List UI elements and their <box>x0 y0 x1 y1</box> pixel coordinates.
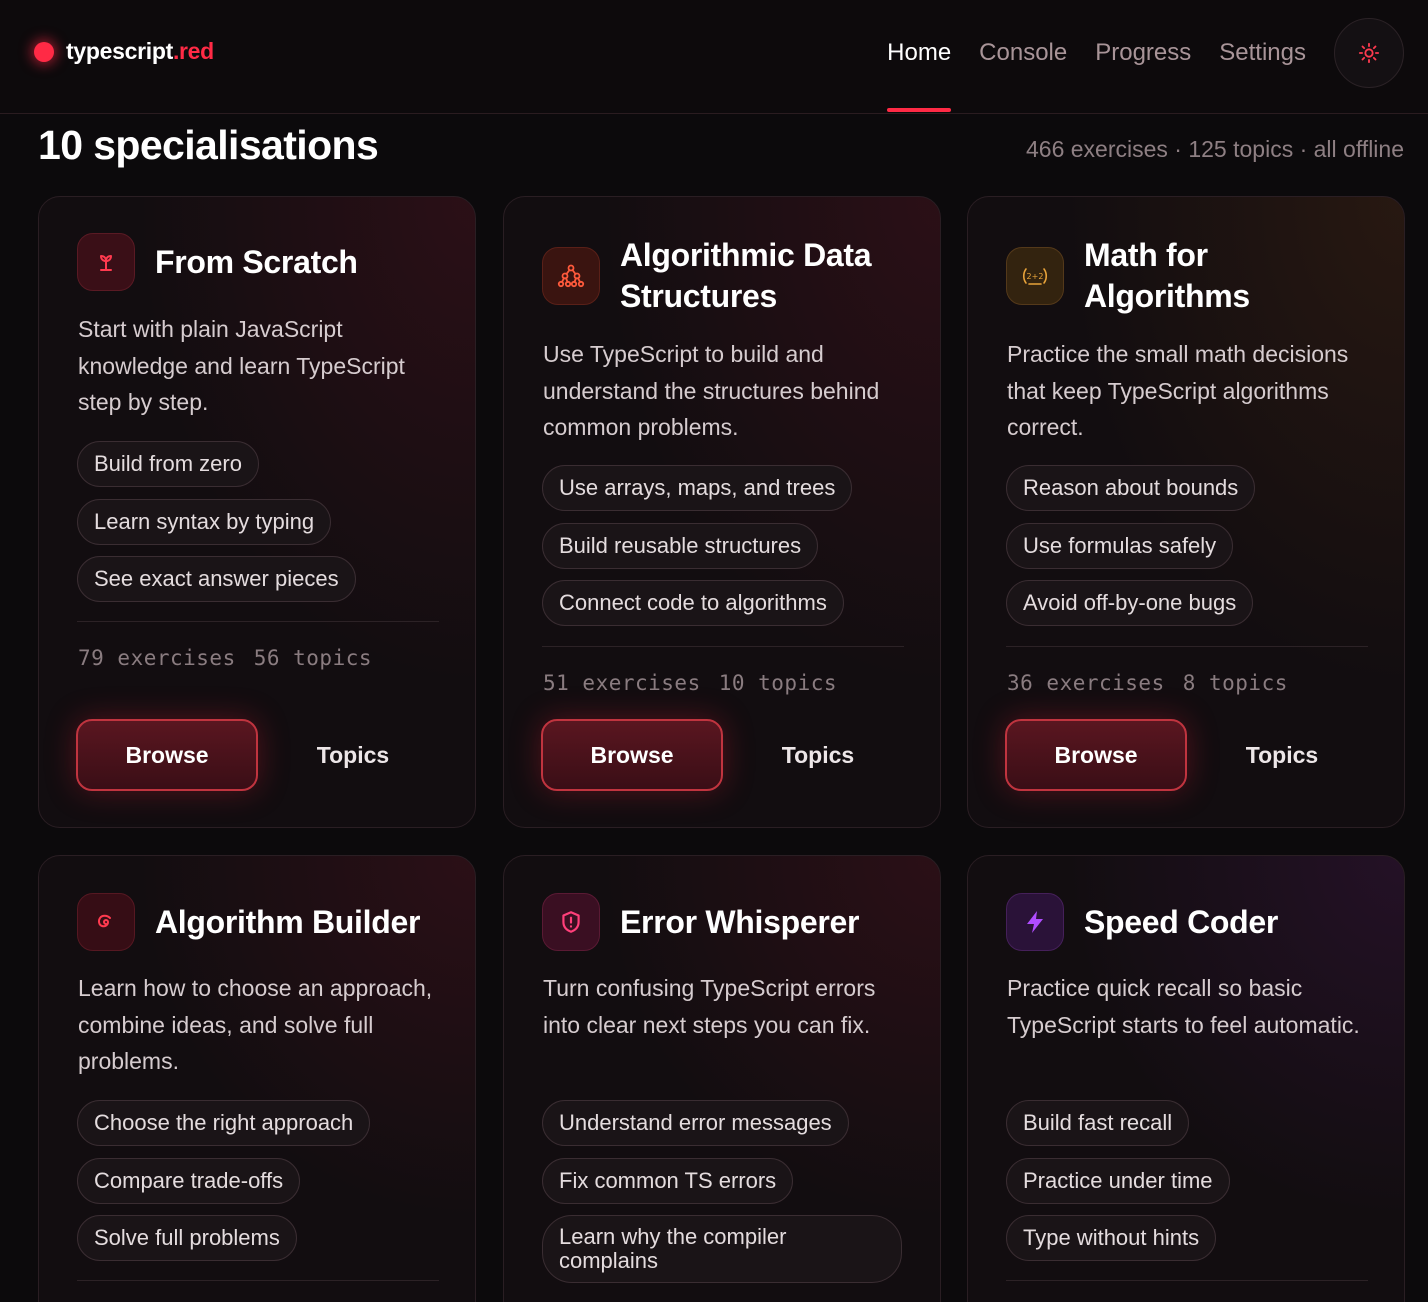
shield-alert-icon <box>542 893 600 951</box>
nav-home[interactable]: Home <box>887 36 952 112</box>
calculator-laurel-icon: 2+2 <box>1006 247 1064 305</box>
browse-button[interactable]: Browse <box>1005 719 1187 791</box>
card-error-whisperer[interactable]: Error Whisperer Turn confusing TypeScrip… <box>503 855 941 1302</box>
chip-list: Build fast recall Practice under time Ty… <box>1006 1100 1376 1273</box>
page-title: 10 specialisations <box>38 122 379 168</box>
nav-settings[interactable]: Settings <box>1219 36 1306 72</box>
chip: Choose the right approach <box>77 1100 371 1146</box>
top-bar: typescript.red Home Console Progress Set… <box>0 0 1428 114</box>
chip: Use arrays, maps, and trees <box>542 465 853 511</box>
card-description: Start with plain JavaScript knowledge an… <box>78 316 405 415</box>
divider <box>77 621 439 622</box>
card-title: From Scratch <box>155 243 358 280</box>
exercise-count: 36 exercises <box>1007 671 1165 695</box>
topics-button[interactable]: Topics <box>309 719 397 791</box>
chip: Type without hints <box>1006 1215 1217 1261</box>
card-description: Learn how to choose an approach, combine… <box>78 975 433 1074</box>
card-algorithmic-data-structures[interactable]: Algorithmic Data Structures Use TypeScri… <box>503 196 941 828</box>
exercise-count: 51 exercises <box>543 671 701 695</box>
chip: Understand error messages <box>542 1100 849 1146</box>
brand-tld: .red <box>172 38 214 64</box>
nav-progress[interactable]: Progress <box>1095 36 1191 72</box>
nav-console[interactable]: Console <box>979 36 1067 72</box>
card-title: Speed Coder <box>1084 903 1279 940</box>
card-title: Algorithm Builder <box>155 903 421 940</box>
card-description: Practice the small math decisions that k… <box>1007 341 1349 440</box>
spiral-icon <box>77 893 135 951</box>
chip: Solve full problems <box>77 1215 297 1261</box>
chip: Build from zero <box>77 441 259 487</box>
exercise-count: 79 exercises <box>78 646 236 670</box>
main-nav: Home Console Progress Settings <box>859 36 1306 112</box>
card-from-scratch[interactable]: From Scratch Start with plain JavaScript… <box>38 196 476 828</box>
topic-count: 8 topics <box>1182 671 1288 695</box>
divider <box>1006 1280 1368 1281</box>
card-description: Turn confusing TypeScript errors into cl… <box>543 975 876 1038</box>
chip: Connect code to algorithms <box>542 580 844 626</box>
chip: Use formulas safely <box>1006 522 1234 569</box>
chip: Reason about bounds <box>1006 465 1256 511</box>
theme-toggle-button[interactable] <box>1334 18 1404 88</box>
divider <box>77 1280 439 1281</box>
card-stats: 36 exercises 8 topics <box>1007 671 1306 695</box>
chip: Build fast recall <box>1006 1100 1190 1146</box>
card-title: Math for Algorithms <box>1084 237 1250 314</box>
tree-nodes-icon <box>542 247 600 305</box>
chip: Learn why the compiler complains <box>542 1215 902 1283</box>
lightning-icon <box>1006 893 1064 951</box>
card-stats: 51 exercises 10 topics <box>543 671 855 695</box>
chip: Build reusable structures <box>542 522 819 569</box>
chip-list: Use arrays, maps, and trees Build reusab… <box>542 465 912 638</box>
card-speed-coder[interactable]: Speed Coder Practice quick recall so bas… <box>967 855 1405 1302</box>
svg-text:2+2: 2+2 <box>1027 272 1044 281</box>
chip: Learn syntax by typing <box>77 498 332 545</box>
brand-logo[interactable]: typescript.red <box>34 38 214 65</box>
topics-button[interactable]: Topics <box>774 719 862 791</box>
card-math-for-algorithms[interactable]: 2+2 Math for Algorithms Practice the sma… <box>967 196 1405 828</box>
chip: Fix common TS errors <box>542 1157 794 1204</box>
sun-icon <box>1358 42 1380 64</box>
card-title: Algorithmic Data Structures <box>620 237 872 314</box>
chip-list: Understand error messages Fix common TS … <box>542 1100 912 1295</box>
chip: Avoid off-by-one bugs <box>1006 580 1254 626</box>
browse-button[interactable]: Browse <box>541 719 723 791</box>
topic-count: 10 topics <box>718 671 838 695</box>
chip: See exact answer pieces <box>77 556 356 602</box>
topic-count: 56 topics <box>253 646 373 670</box>
divider <box>542 646 904 647</box>
sprout-icon <box>77 233 135 291</box>
chip-list: Build from zero Learn syntax by typing S… <box>77 441 447 614</box>
chip: Practice under time <box>1006 1157 1230 1204</box>
brand-name: typescript <box>66 38 173 64</box>
page-stats: 466 exercises · 125 topics · all offline <box>1026 136 1404 162</box>
brand-dot-icon <box>34 41 54 62</box>
chip: Compare trade-offs <box>77 1157 301 1204</box>
chip-list: Choose the right approach Compare trade-… <box>77 1100 447 1273</box>
card-description: Practice quick recall so basic TypeScrip… <box>1007 975 1360 1038</box>
topics-button[interactable]: Topics <box>1238 719 1326 791</box>
card-title: Error Whisperer <box>620 903 860 940</box>
card-stats: 79 exercises 56 topics <box>78 646 390 670</box>
card-algorithm-builder[interactable]: Algorithm Builder Learn how to choose an… <box>38 855 476 1302</box>
chip-list: Reason about bounds Use formulas safely … <box>1006 465 1376 638</box>
card-description: Use TypeScript to build and understand t… <box>543 341 880 440</box>
divider <box>1006 646 1368 647</box>
browse-button[interactable]: Browse <box>76 719 258 791</box>
